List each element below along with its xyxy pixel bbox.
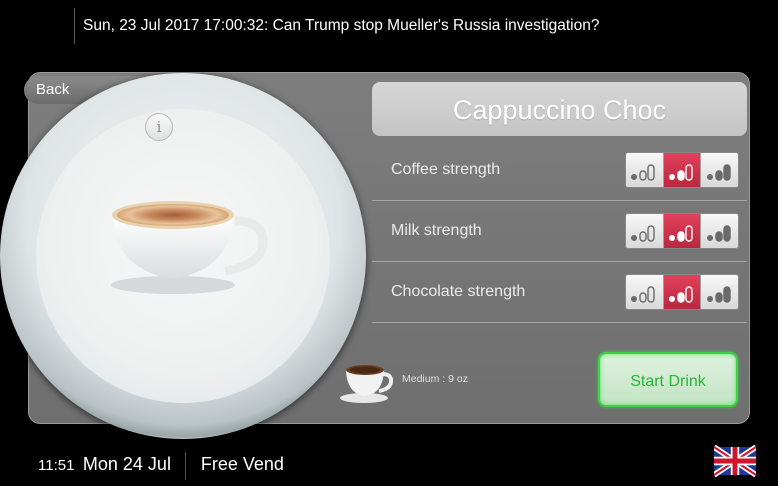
drink-title: Cappuccino Choc: [452, 95, 667, 125]
back-label: Back: [36, 81, 70, 98]
cup-size-label: Medium : 9 oz: [402, 373, 468, 385]
chocolate-strength-selector: [625, 274, 739, 310]
strength-weak-option[interactable]: [626, 153, 664, 187]
strength-medium-option[interactable]: [663, 214, 702, 248]
strength-level-icon: [706, 225, 731, 242]
strength-strong-option[interactable]: [701, 214, 738, 248]
strength-medium-option[interactable]: [663, 275, 702, 309]
strength-weak-option[interactable]: [626, 214, 664, 248]
uk-flag-icon[interactable]: [714, 445, 756, 477]
milk-strength-selector: [625, 213, 739, 249]
news-ticker: Sun, 23 Jul 2017 17:00:32: Can Trump sto…: [74, 8, 599, 44]
drink-title-bar: Cappuccino Choc: [372, 82, 747, 136]
strength-level-icon: [631, 225, 656, 242]
status-bar: 11:51 Mon 24 Jul Free Vend: [38, 446, 284, 486]
strength-level-icon: [631, 286, 656, 303]
vend-mode: Free Vend: [200, 454, 284, 474]
status-divider: [185, 451, 187, 480]
cappuccino-cup-icon: [111, 201, 268, 294]
strength-level-icon: [669, 225, 693, 242]
strength-strong-option[interactable]: [701, 153, 738, 187]
start-drink-label: Start Drink: [630, 373, 706, 390]
setting-row-coffee: Coffee strength: [372, 140, 747, 201]
coffee-strength-selector: [625, 152, 739, 188]
setting-label: Chocolate strength: [391, 283, 526, 300]
coffee-cup-icon[interactable]: [338, 360, 396, 404]
setting-label: Coffee strength: [391, 161, 501, 178]
strength-level-icon: [706, 164, 731, 181]
setting-label: Milk strength: [391, 222, 482, 239]
setting-row-milk: Milk strength: [372, 201, 747, 262]
date: Mon 24 Jul: [82, 454, 171, 474]
info-icon[interactable]: i: [145, 113, 173, 141]
strength-level-icon: [706, 286, 731, 303]
drink-image-frame: i: [0, 73, 366, 439]
clock: 11:51: [38, 457, 75, 474]
strength-strong-option[interactable]: [701, 275, 738, 309]
news-ticker-text: Sun, 23 Jul 2017 17:00:32: Can Trump sto…: [83, 17, 600, 34]
strength-level-icon: [669, 286, 693, 303]
strength-weak-option[interactable]: [626, 275, 664, 309]
strength-medium-option[interactable]: [663, 153, 702, 187]
start-drink-button[interactable]: Start Drink: [598, 352, 738, 407]
strength-level-icon: [631, 164, 656, 181]
setting-row-chocolate: Chocolate strength: [372, 262, 747, 323]
strength-level-icon: [669, 164, 693, 181]
